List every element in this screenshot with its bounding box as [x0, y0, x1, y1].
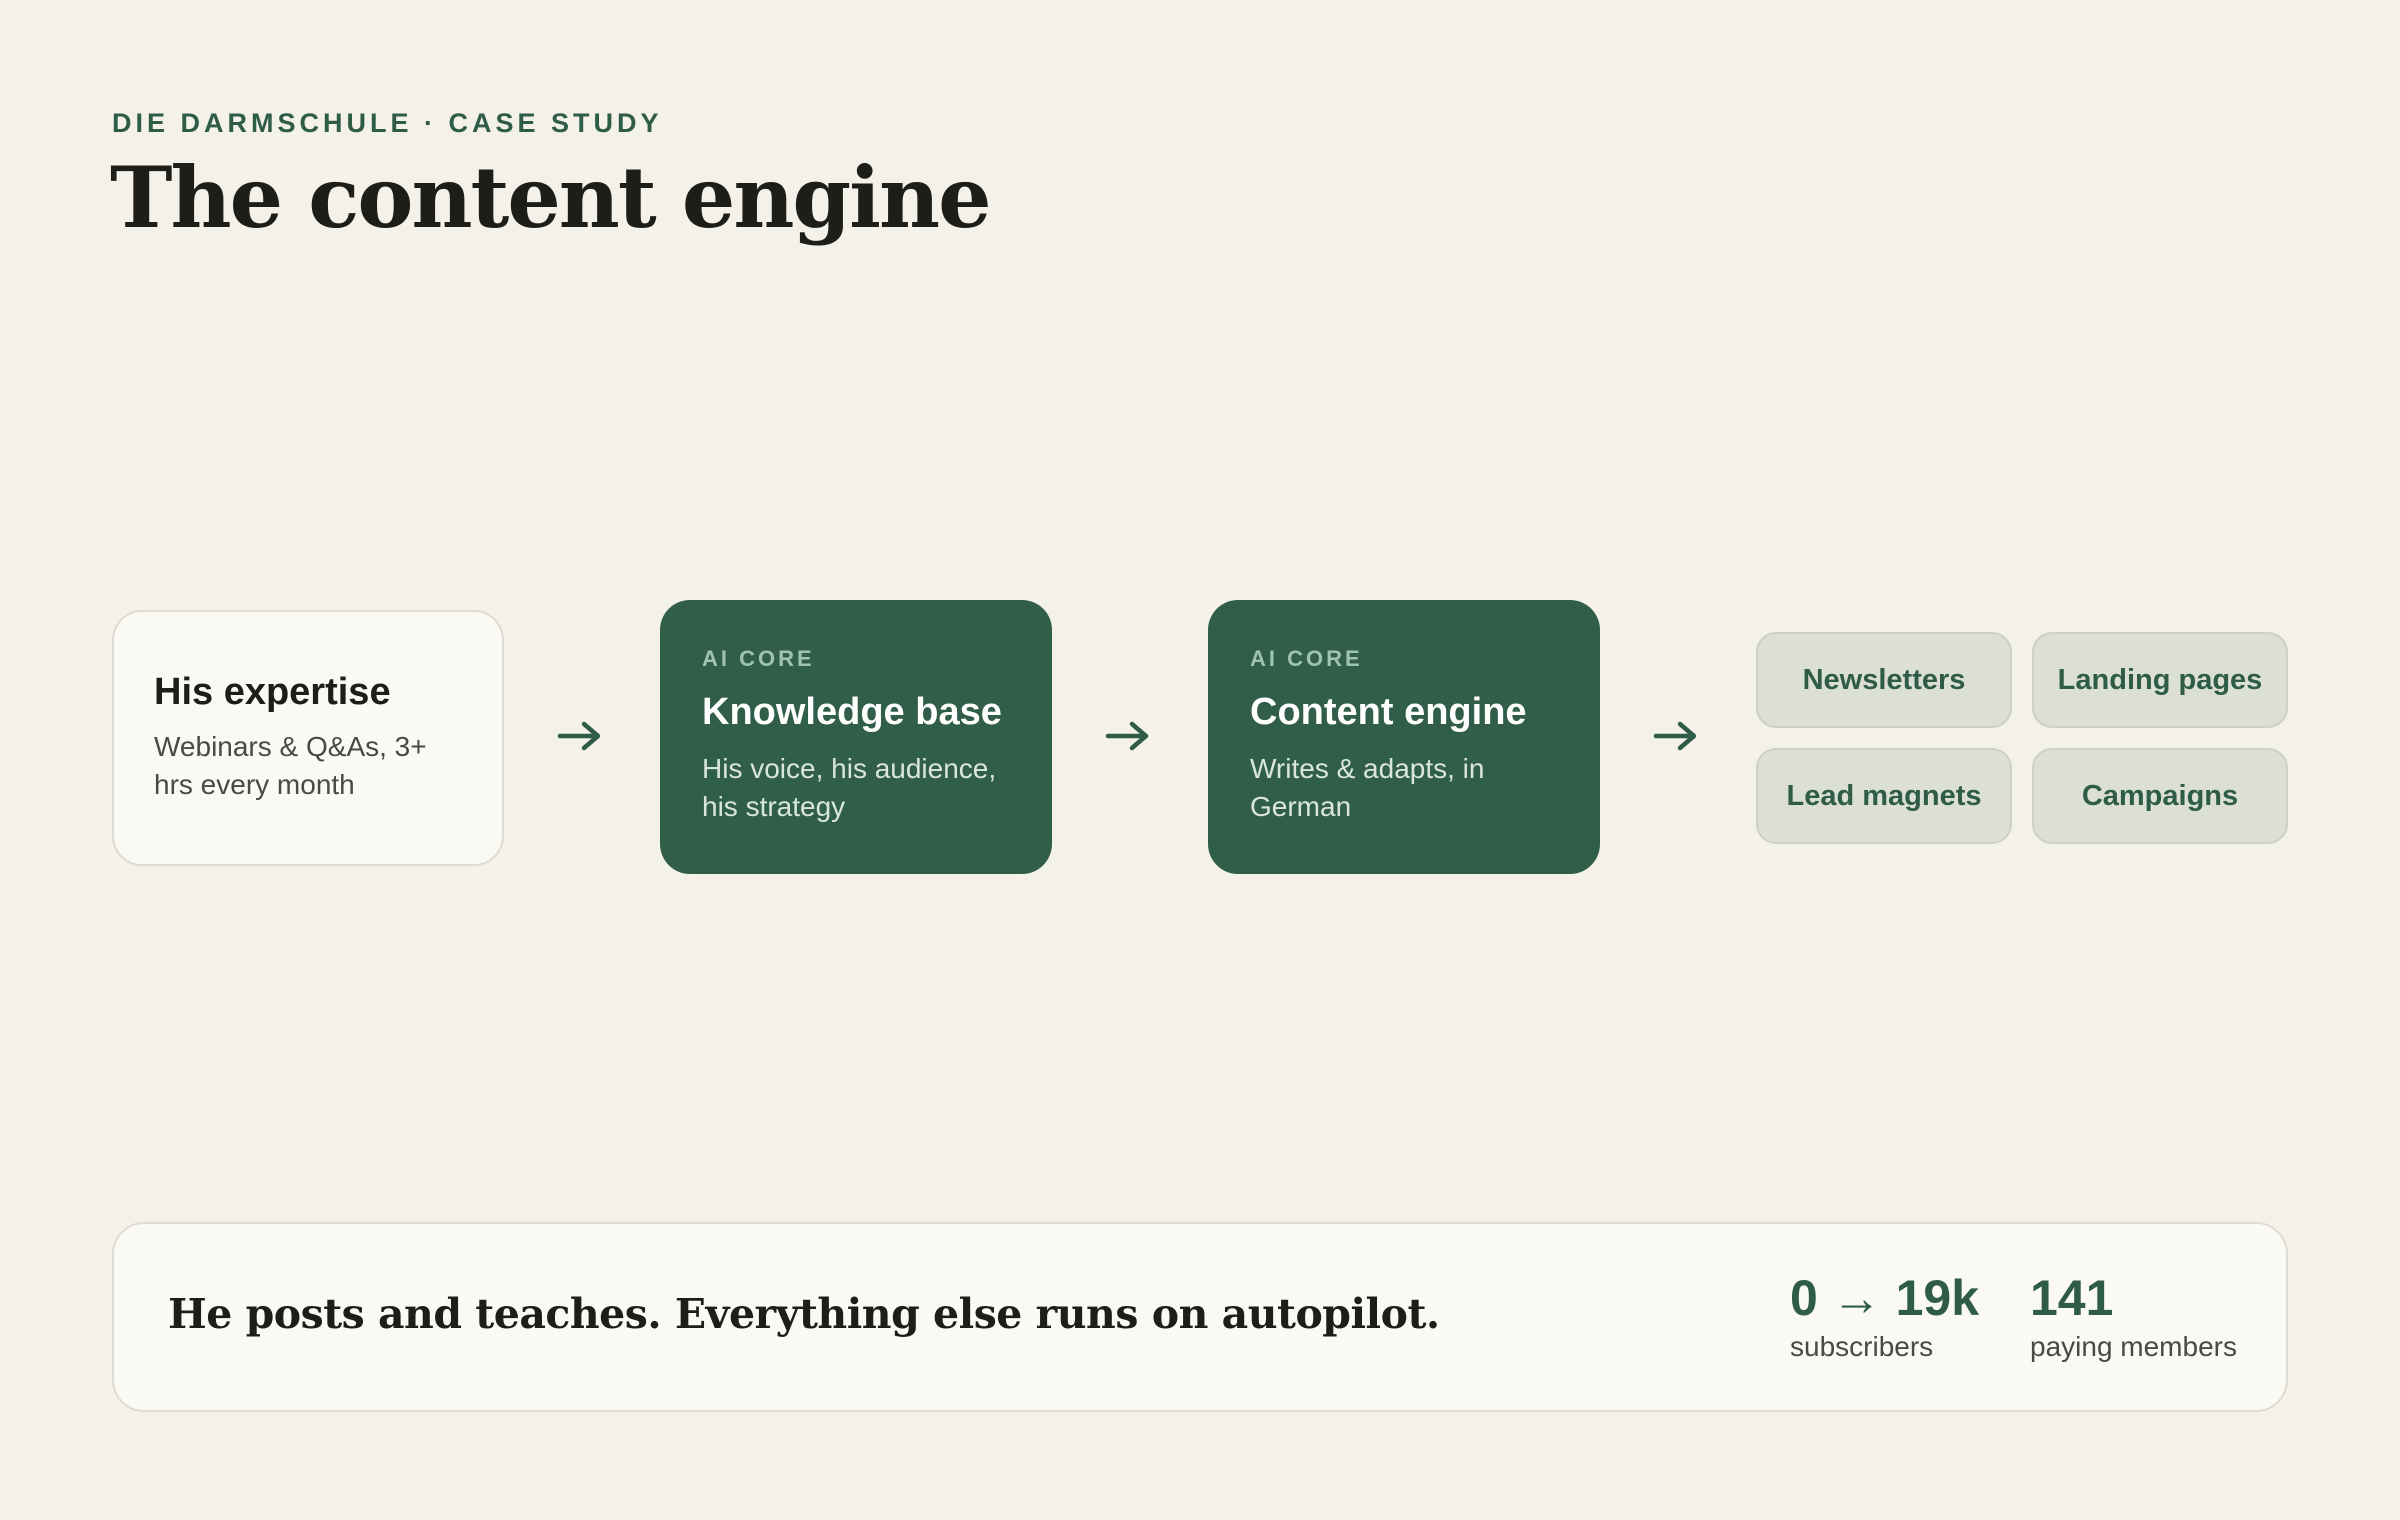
- knowledge-base-tag: AI CORE: [702, 646, 815, 671]
- stat-paying-members: 141 paying members: [2030, 1270, 2237, 1364]
- summary-card: He posts and teaches. Everything else ru…: [112, 1222, 2288, 1412]
- content-engine-subtitle: Writes & adapts, in German: [1250, 752, 1485, 822]
- stat-paying-members-value: 141: [2030, 1270, 2114, 1326]
- output-campaigns: Campaigns: [2032, 748, 2288, 844]
- page-title: The content engine: [110, 148, 992, 247]
- output-landing-pages: Landing pages: [2032, 632, 2288, 728]
- output-lead-magnets: Lead magnets: [1756, 748, 2012, 844]
- knowledge-base-box: AI CORE Knowledge base His voice, his au…: [660, 600, 1052, 874]
- content-engine-tag: AI CORE: [1250, 646, 1363, 671]
- content-engine-box: AI CORE Content engine Writes & adapts, …: [1208, 600, 1600, 874]
- expertise-box: His expertise Webinars & Q&As, 3+ hrs ev…: [112, 610, 504, 866]
- expertise-title: His expertise: [154, 671, 391, 713]
- content-engine-title: Content engine: [1250, 691, 1527, 733]
- expertise-subtitle: Webinars & Q&As, 3+ hrs every month: [154, 730, 427, 800]
- output-newsletters: Newsletters: [1756, 632, 2012, 728]
- stat-subscribers: 0 → 19k subscribers: [1790, 1270, 1979, 1364]
- arrow-right-icon: [1652, 710, 1700, 762]
- eyebrow-label: DIE DARMSCHULE · CASE STUDY: [112, 108, 663, 138]
- arrow-right-icon: [1104, 710, 1152, 762]
- knowledge-base-subtitle: His voice, his audience, his strategy: [702, 752, 997, 822]
- summary-statement: He posts and teaches. Everything else ru…: [168, 1290, 1440, 1338]
- stat-subscribers-value: 0 → 19k: [1790, 1270, 1980, 1326]
- stat-subscribers-label: subscribers: [1790, 1331, 1934, 1362]
- stat-paying-members-label: paying members: [2030, 1331, 2237, 1362]
- arrow-right-icon: [556, 710, 604, 762]
- knowledge-base-title: Knowledge base: [702, 691, 1002, 733]
